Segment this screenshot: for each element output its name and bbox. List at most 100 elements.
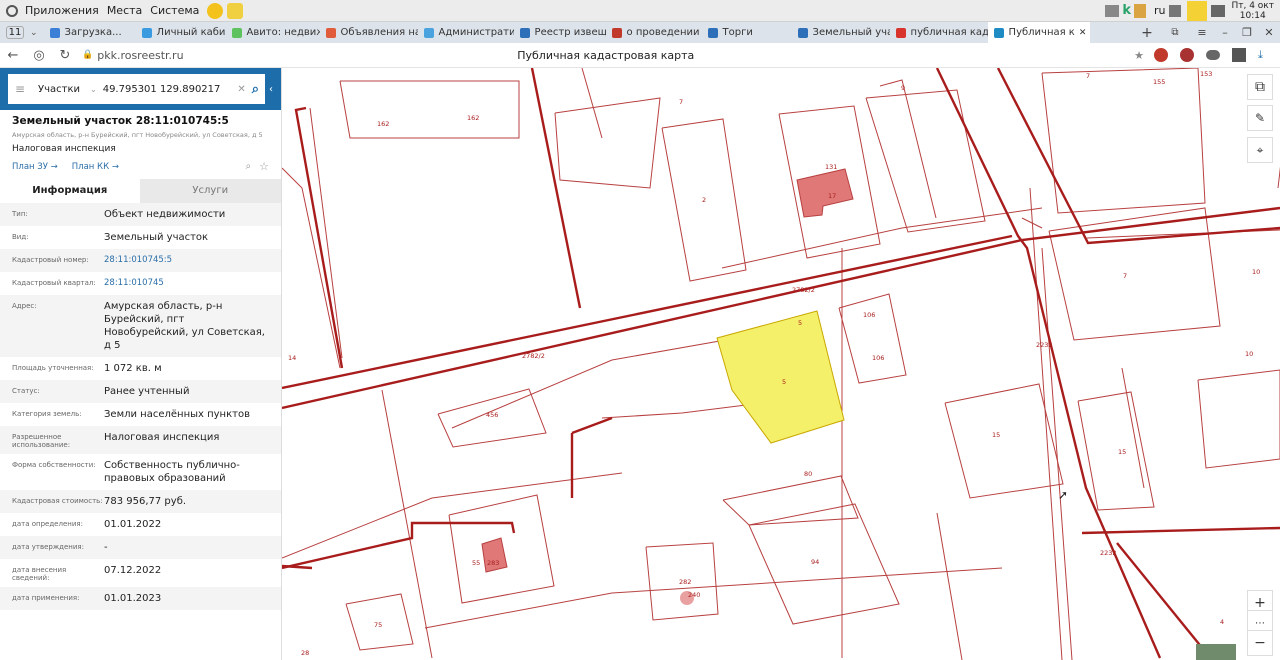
parcel-boundary[interactable] <box>294 106 344 369</box>
notification-yellow-icon[interactable] <box>1187 0 1208 21</box>
tab-9[interactable]: публичная кад <box>890 22 988 43</box>
tray-app-icon[interactable] <box>1105 4 1120 17</box>
field-value[interactable]: 28:11:010745 <box>104 277 164 290</box>
parcel-boundary[interactable] <box>996 68 1280 245</box>
tab-services[interactable]: Услуги <box>139 179 281 203</box>
tab-close-icon[interactable]: ✕ <box>1079 28 1087 38</box>
back-icon[interactable]: ← <box>0 48 26 63</box>
plan-zu-link[interactable]: План ЗУ → <box>12 162 58 172</box>
keyboard-layout[interactable]: ru <box>1150 4 1170 17</box>
parcel-boundary[interactable] <box>530 68 582 309</box>
tab-favicon-icon <box>49 27 60 38</box>
menu-applications[interactable]: Приложения <box>21 4 103 17</box>
parcel-boundary[interactable] <box>309 107 343 359</box>
parcel-boundary[interactable] <box>935 68 1162 659</box>
chevron-down-icon[interactable]: ⌄ <box>90 85 97 94</box>
extension-avatar-2-icon[interactable] <box>1180 48 1194 62</box>
launcher-notes-icon[interactable] <box>227 2 244 19</box>
tab-5[interactable]: Реестр извеще <box>514 22 606 43</box>
selected-parcel[interactable] <box>716 310 845 444</box>
reload-icon[interactable]: ↻ <box>52 48 78 63</box>
minimize-icon[interactable]: – <box>1214 26 1236 39</box>
field-value[interactable]: 28:11:010745:5 <box>104 254 172 267</box>
tab-2[interactable]: Авито: недвиж <box>226 22 320 43</box>
tab-10[interactable]: Публичная к ✕ <box>987 22 1090 43</box>
layers-button[interactable]: ⧉ <box>1247 74 1273 100</box>
parcel-boundary[interactable] <box>1121 367 1145 489</box>
building-131[interactable] <box>796 168 854 218</box>
volume-icon[interactable] <box>1169 4 1182 17</box>
url-field[interactable]: pkk.rosreestr.ru <box>97 49 407 62</box>
field-key: Площадь уточненная: <box>12 364 94 372</box>
zoom-out-button[interactable]: − <box>1247 630 1273 656</box>
tab-7[interactable]: Торги <box>702 22 792 43</box>
parcel-boundary[interactable] <box>838 293 907 384</box>
tab-1[interactable]: Личный кабине <box>136 22 226 43</box>
extension-icon[interactable]: ⧉ <box>1160 27 1190 38</box>
parcel-boundary[interactable] <box>1077 391 1155 511</box>
favorite-star-icon[interactable]: ☆ <box>259 160 269 173</box>
menu-system[interactable]: Система <box>146 4 203 17</box>
collapse-panel-icon[interactable]: ‹ <box>269 84 273 95</box>
launcher-1c-icon[interactable] <box>207 2 224 19</box>
parcel-boundary[interactable] <box>581 68 603 139</box>
new-tab-button[interactable]: + <box>1134 25 1160 41</box>
menu-icon[interactable]: ≡ <box>8 82 32 96</box>
tab-0[interactable]: Загрузка... <box>44 22 136 43</box>
parcel-boundary[interactable] <box>554 97 661 189</box>
tab-8[interactable]: Земельный уча <box>792 22 890 43</box>
tab-3[interactable]: Объявления на <box>320 22 418 43</box>
tray-icons[interactable]: k <box>1105 3 1146 18</box>
plan-kk-link[interactable]: План КК → <box>72 162 119 172</box>
parcel-boundary[interactable] <box>1029 187 1063 660</box>
tab-4[interactable]: Административ <box>418 22 514 43</box>
parcel-boundary[interactable] <box>879 79 937 219</box>
parcel-boundary[interactable] <box>722 475 859 526</box>
bookmark-icon[interactable]: ★ <box>1134 49 1144 62</box>
cadastral-map[interactable]: 162 162 7 9 7 155 153 131 2 10 2782/2 106 106 5 5 14 278… <box>282 68 1280 660</box>
extension-4-icon[interactable] <box>1232 48 1246 62</box>
parcel-boundary[interactable] <box>944 383 1064 499</box>
parcel-boundary[interactable] <box>721 207 1043 269</box>
parcel-number-label: 155 <box>1153 78 1165 86</box>
search-icon[interactable]: ⌕ <box>252 82 259 97</box>
tab-6[interactable]: о проведении т <box>606 22 702 43</box>
ruler-button[interactable]: ✎ <box>1247 105 1273 131</box>
clear-icon[interactable]: ✕ <box>237 84 245 95</box>
restore-icon[interactable]: ❐ <box>1236 26 1258 39</box>
parcel-boundary[interactable] <box>282 234 1013 390</box>
close-window-icon[interactable]: ✕ <box>1258 26 1280 39</box>
basemap-thumbnail[interactable] <box>1196 644 1236 660</box>
parcel-boundary[interactable] <box>1048 207 1221 341</box>
parcel-boundary[interactable] <box>339 80 520 139</box>
parcel-boundary[interactable] <box>936 512 963 660</box>
zoom-to-object-icon[interactable]: ⌕ <box>246 161 252 172</box>
extension-3-icon[interactable] <box>1206 50 1220 60</box>
tray-file-icon[interactable] <box>1133 3 1146 18</box>
clock[interactable]: Пт, 4 окт 10:14 <box>1231 1 1274 21</box>
browser-menu-icon[interactable]: ≡ <box>1190 26 1214 39</box>
parcel-boundary[interactable] <box>571 416 613 435</box>
menu-places[interactable]: Места <box>103 4 146 17</box>
parcel-boundary[interactable] <box>865 89 986 233</box>
parcel-boundary[interactable] <box>424 567 1003 629</box>
network-icon[interactable] <box>1211 4 1226 17</box>
downloads-icon[interactable]: ⤓ <box>1258 48 1272 62</box>
map-canvas[interactable]: 1621627971551531312102782/21061065514 278… <box>282 68 1280 660</box>
search-input[interactable]: 49.795301 129.890217 <box>103 84 238 95</box>
os-logo-icon[interactable] <box>6 4 18 17</box>
tray-k-icon[interactable]: k <box>1122 3 1131 18</box>
parcel-boundary[interactable] <box>748 503 900 625</box>
parcel-boundary[interactable] <box>1197 369 1280 469</box>
tab-label: Публичная к <box>1008 27 1075 38</box>
parcel-boundary[interactable] <box>1116 542 1213 660</box>
parcel-boundary[interactable] <box>1041 68 1206 214</box>
extension-avatar-icon[interactable] <box>1154 48 1168 62</box>
locate-button[interactable]: ⌖ <box>1247 137 1273 163</box>
shield-icon[interactable]: ◎ <box>26 48 52 63</box>
search-type-select[interactable]: Участки <box>38 84 90 95</box>
parcel-boundary[interactable] <box>1081 526 1280 535</box>
tab-list-dropdown-icon[interactable]: ⌄ <box>30 28 38 38</box>
tab-information[interactable]: Информация <box>0 179 140 203</box>
tab-counter[interactable]: 11 <box>6 26 24 39</box>
